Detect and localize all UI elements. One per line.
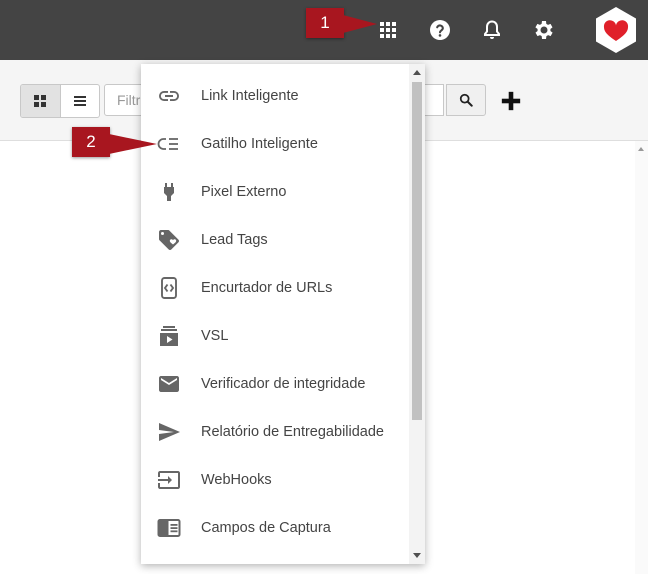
search-button[interactable] <box>446 84 486 116</box>
callout-2-pointer <box>109 134 157 154</box>
dropdown-scrollbar[interactable] <box>409 64 425 564</box>
bell-icon[interactable] <box>476 14 508 46</box>
menu-item-label: Campos de Captura <box>201 520 331 536</box>
callout-1: 1 <box>306 8 344 38</box>
menu-item-webhooks[interactable]: WebHooks <box>141 456 409 504</box>
apps-dropdown-menu: Link Inteligente Gatilho Inteligente Pix… <box>141 64 425 564</box>
menu-item-gatilho-inteligente[interactable]: Gatilho Inteligente <box>141 120 409 168</box>
list-view-icon <box>73 96 86 106</box>
menu-item-label: Verificador de integridade <box>201 376 366 392</box>
tag-icon <box>157 228 181 252</box>
menu-item-label: Lead Tags <box>201 232 268 248</box>
grid-view-icon <box>34 95 47 107</box>
callout-label: 2 <box>86 132 96 151</box>
scroll-down-arrow[interactable] <box>413 553 421 558</box>
menu-item-encurtador-de-urls[interactable]: Encurtador de URLs <box>141 264 409 312</box>
menu-item-label: Relatório de Entregabilidade <box>201 424 384 440</box>
video-library-icon <box>157 324 181 348</box>
input-icon <box>157 468 181 492</box>
gear-icon[interactable] <box>528 14 560 46</box>
scroll-up-arrow[interactable] <box>413 70 421 75</box>
send-icon <box>157 420 181 444</box>
grid-view-button[interactable] <box>21 85 61 117</box>
menu-item-relatorio-de-entregabilidade[interactable]: Relatório de Entregabilidade <box>141 408 409 456</box>
menu-item-label: Link Inteligente <box>201 88 299 104</box>
menu-item-label: VSL <box>201 328 229 344</box>
callout-2: 2 <box>72 127 110 157</box>
plus-icon <box>501 91 521 111</box>
list-view-button[interactable] <box>61 85 100 117</box>
link-icon <box>157 84 181 108</box>
callout-label: 1 <box>320 13 330 32</box>
trigger-icon <box>157 132 181 156</box>
menu-item-label: Gatilho Inteligente <box>201 136 318 152</box>
heart-logo[interactable] <box>592 6 640 54</box>
menu-item-link-inteligente[interactable]: Link Inteligente <box>141 72 409 120</box>
view-toggle <box>20 84 100 118</box>
shortener-icon <box>157 276 181 300</box>
add-button[interactable] <box>498 88 524 114</box>
menu-item-campos-de-captura[interactable]: Campos de Captura <box>141 504 409 552</box>
menu-item-lead-tags[interactable]: Lead Tags <box>141 216 409 264</box>
mail-icon <box>157 372 181 396</box>
menu-item-verificador-de-integridade[interactable]: Verificador de integridade <box>141 360 409 408</box>
scrollbar-thumb[interactable] <box>412 82 422 420</box>
menu-item-vsl[interactable]: VSL <box>141 312 409 360</box>
page-scrollbar[interactable] <box>635 141 648 574</box>
search-icon <box>459 93 473 107</box>
plug-icon <box>157 180 181 204</box>
menu-item-label: Pixel Externo <box>201 184 287 200</box>
scroll-up-arrow[interactable] <box>638 147 644 151</box>
help-icon[interactable] <box>424 14 456 46</box>
form-icon <box>157 516 181 540</box>
menu-item-pixel-externo[interactable]: Pixel Externo <box>141 168 409 216</box>
menu-item-label: Encurtador de URLs <box>201 280 333 296</box>
callout-1-pointer <box>343 15 377 33</box>
menu-item-label: WebHooks <box>201 472 272 488</box>
